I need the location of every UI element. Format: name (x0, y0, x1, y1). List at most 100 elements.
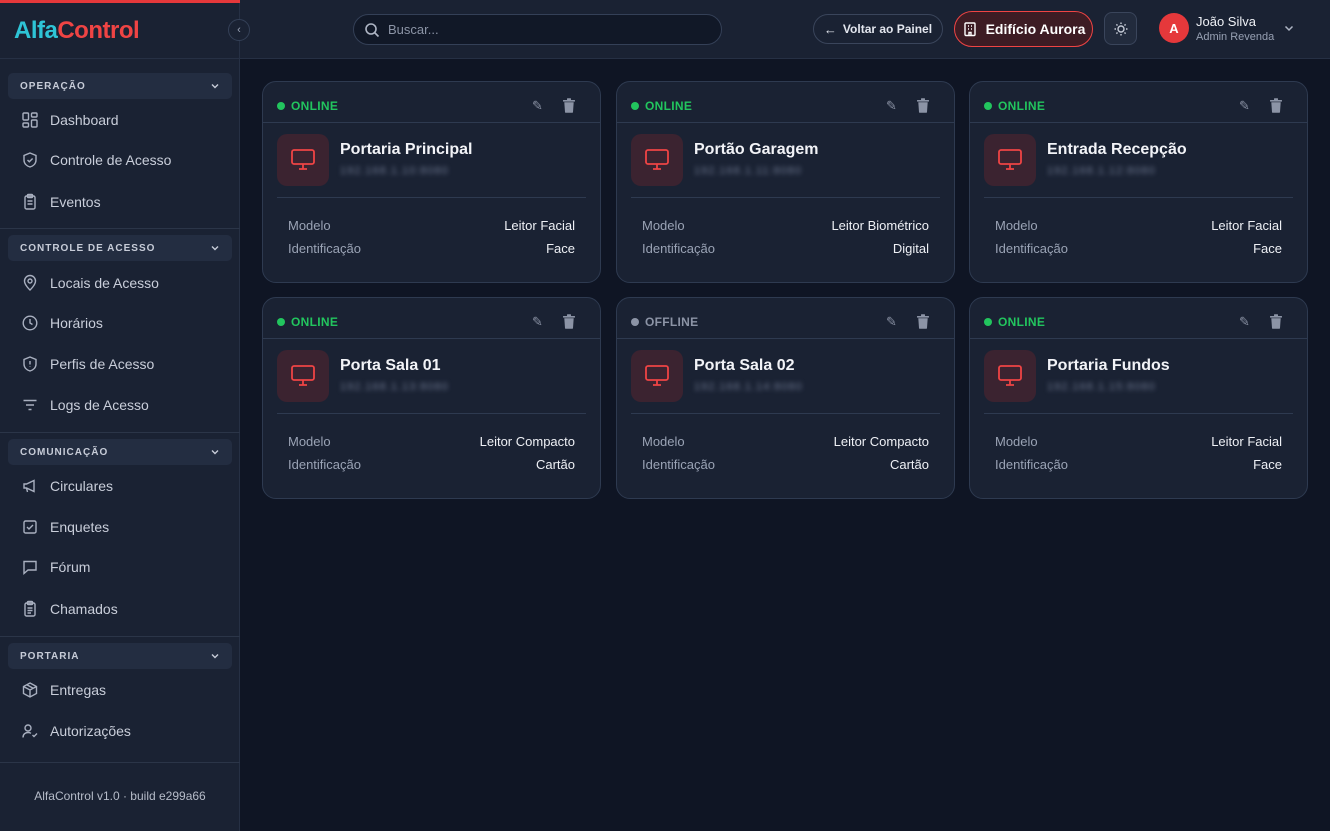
sidebar-item-enquetes[interactable]: Enquetes (8, 509, 232, 545)
status-dot (631, 102, 639, 110)
model-value: Leitor Biométrico (831, 218, 929, 233)
sidebar-item-label: Entregas (50, 682, 107, 698)
device-card[interactable]: ONLINE ✎ Portaria Principal 192.168.1.10… (262, 81, 601, 283)
status-text: OFFLINE (645, 315, 699, 329)
collapse-sidebar-button[interactable]: ‹ (228, 19, 250, 41)
device-name: Porta Sala 01 (340, 357, 441, 374)
trash-icon[interactable] (562, 314, 576, 334)
search-input[interactable] (388, 22, 688, 37)
sidebar-item-label: Controle de Acesso (50, 152, 172, 168)
edit-icon[interactable]: ✎ (1239, 314, 1250, 330)
card-header: ONLINE ✎ (970, 298, 1307, 339)
chevron-down-icon (211, 84, 219, 89)
model-label: Modelo (642, 434, 685, 449)
trash-icon[interactable] (1269, 314, 1283, 334)
section-comunicacao[interactable]: COMUNICAÇÃO (8, 439, 232, 465)
logo-row: AlfaControl (0, 3, 240, 59)
section-divider (0, 432, 240, 433)
building-label: Edifício Aurora (985, 21, 1086, 37)
search-box[interactable] (353, 14, 722, 45)
section-controle-acesso[interactable]: CONTROLE DE ACESSO (8, 235, 232, 261)
section-portaria[interactable]: PORTARIA (8, 643, 232, 669)
sidebar-item-dashboard[interactable]: Dashboard (8, 102, 232, 138)
trash-icon[interactable] (916, 314, 930, 334)
building-selector-button[interactable]: Edifício Aurora (954, 11, 1093, 47)
sidebar-item-logs[interactable]: Logs de Acesso (8, 387, 232, 423)
package-icon (20, 680, 40, 700)
sidebar-item-entregas[interactable]: Entregas (8, 672, 232, 708)
device-ip: 192.168.1.12:8080 (1047, 165, 1156, 177)
sidebar-item-label: Locais de Acesso (50, 275, 159, 291)
user-role: Admin Revenda (1196, 31, 1275, 43)
sidebar-item-forum[interactable]: Fórum (8, 549, 232, 585)
status-dot (984, 102, 992, 110)
device-card[interactable]: ONLINE ✎ Portão Garagem 192.168.1.11:808… (616, 81, 955, 283)
sidebar: AlfaControl OPERAÇÃO Dashboard Controle … (0, 0, 240, 831)
section-title: OPERAÇÃO (20, 80, 86, 92)
sidebar-item-locais[interactable]: Locais de Acesso (8, 265, 232, 301)
sun-icon (1114, 22, 1127, 35)
monitor-icon (631, 134, 683, 186)
sidebar-item-label: Perfis de Acesso (50, 356, 155, 372)
sidebar-item-chamados[interactable]: Chamados (8, 591, 232, 627)
identification-value: Face (546, 241, 575, 256)
model-value: Leitor Facial (1211, 218, 1282, 233)
shield-check-icon (20, 150, 40, 170)
device-card[interactable]: ONLINE ✎ Portaria Fundos 192.168.1.15:80… (969, 297, 1308, 499)
user-name[interactable]: João Silva (1196, 14, 1256, 29)
logo[interactable]: AlfaControl (14, 17, 140, 45)
edit-icon[interactable]: ✎ (886, 98, 897, 114)
clock-icon (20, 313, 40, 333)
chevron-down-icon[interactable] (1283, 22, 1295, 34)
trash-icon[interactable] (916, 98, 930, 118)
section-divider (0, 228, 240, 229)
back-to-panel-button[interactable]: ← Voltar ao Painel (813, 14, 943, 44)
device-card[interactable]: OFFLINE ✎ Porta Sala 02 192.168.1.14:808… (616, 297, 955, 499)
device-ip: 192.168.1.13:8080 (340, 381, 449, 393)
device-card[interactable]: ONLINE ✎ Porta Sala 01 192.168.1.13:8080… (262, 297, 601, 499)
edit-icon[interactable]: ✎ (1239, 98, 1250, 114)
device-ip: 192.168.1.11:8080 (694, 165, 802, 177)
identification-label: Identificação (995, 241, 1068, 256)
model-label: Modelo (995, 434, 1038, 449)
device-ip: 192.168.1.10:8080 (340, 165, 449, 177)
identification-value: Face (1253, 241, 1282, 256)
device-card[interactable]: ONLINE ✎ Entrada Recepção 192.168.1.12:8… (969, 81, 1308, 283)
logo-part-1: Alfa (14, 17, 58, 44)
status-badge: ONLINE (984, 315, 1045, 329)
identification-row: Identificação Face (995, 241, 1282, 256)
sidebar-item-eventos[interactable]: Eventos (8, 184, 232, 220)
sidebar-item-controle-acesso[interactable]: Controle de Acesso (8, 142, 232, 178)
edit-icon[interactable]: ✎ (886, 314, 897, 330)
identification-value: Face (1253, 457, 1282, 472)
identification-value: Cartão (535, 457, 575, 472)
back-button-label: Voltar ao Painel (842, 22, 933, 36)
arrow-left-icon: ← (823, 21, 837, 37)
avatar[interactable]: A (1159, 13, 1189, 43)
section-operacao[interactable]: OPERAÇÃO (8, 73, 232, 99)
sidebar-item-circulares[interactable]: Circulares (8, 468, 232, 504)
megaphone-icon (20, 476, 40, 496)
sidebar-item-perfis[interactable]: Perfis de Acesso (8, 346, 232, 382)
identification-row: Identificação Face (288, 241, 575, 256)
card-divider (984, 413, 1293, 414)
theme-toggle-button[interactable] (1104, 12, 1137, 45)
identification-row: Identificação Cartão (642, 457, 929, 472)
identification-value: Digital (892, 241, 929, 256)
identification-label: Identificação (642, 241, 715, 256)
sidebar-item-horarios[interactable]: Horários (8, 305, 232, 341)
clipboard-icon (20, 192, 40, 212)
model-label: Modelo (642, 218, 685, 233)
card-header: ONLINE ✎ (263, 298, 600, 339)
sidebar-item-label: Logs de Acesso (50, 397, 149, 413)
sidebar-item-label: Eventos (50, 194, 101, 210)
trash-icon[interactable] (1269, 98, 1283, 118)
edit-icon[interactable]: ✎ (532, 98, 543, 114)
edit-icon[interactable]: ✎ (532, 314, 543, 330)
identification-label: Identificação (288, 241, 361, 256)
filter-icon (20, 395, 40, 415)
sidebar-item-autorizacoes[interactable]: Autorizações (8, 713, 232, 749)
version-footer: AlfaControl v1.0 · build e299a66 (34, 789, 206, 803)
chevron-left-icon: ‹ (237, 24, 241, 36)
trash-icon[interactable] (562, 98, 576, 118)
